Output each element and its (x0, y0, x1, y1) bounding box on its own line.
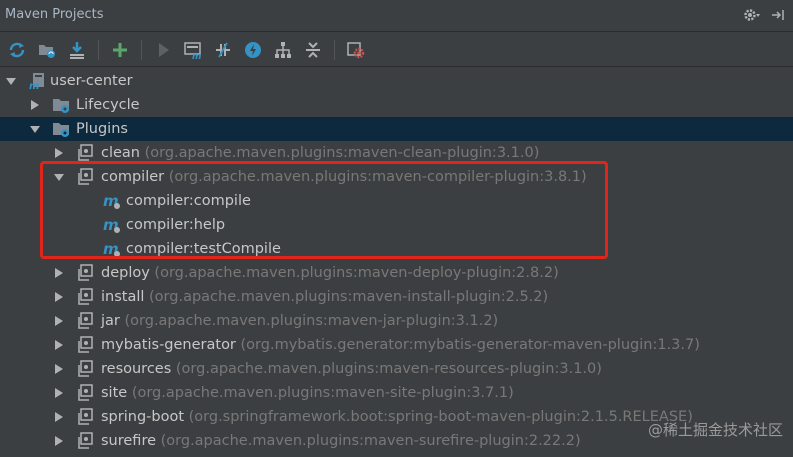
highlight-annotation-box (40, 161, 608, 259)
plugin-coordinates: (org.mybatis.generator:mybatis-generator… (240, 337, 700, 353)
plugin-name: clean (101, 145, 140, 161)
chevron-right-icon[interactable] (53, 387, 65, 399)
chevron-right-icon[interactable] (53, 363, 65, 375)
chevron-right-icon[interactable] (53, 339, 65, 351)
plugin-icon (78, 432, 93, 449)
plugin-item[interactable]: jar (org.apache.maven.plugins:maven-jar-… (0, 309, 793, 333)
panel-header: Maven Projects (0, 0, 793, 32)
plugin-coordinates: (org.apache.maven.plugins:maven-install-… (149, 289, 549, 305)
plugin-item[interactable]: deploy (org.apache.maven.plugins:maven-d… (0, 261, 793, 285)
plugin-name: spring-boot (101, 409, 185, 425)
chevron-right-icon[interactable] (53, 147, 65, 159)
folder-gear-icon (53, 99, 69, 113)
tree-node-plugins[interactable]: Plugins (0, 117, 793, 141)
tree-node-label: Lifecycle (76, 97, 140, 113)
maven-project-tree: m user-center Lifecycle Plugins clean (o… (0, 68, 793, 457)
hide-panel-icon[interactable] (769, 6, 787, 24)
plugin-name: site (101, 385, 128, 401)
plugin-coordinates: (org.apache.maven.plugins:maven-clean-pl… (144, 145, 540, 161)
plugin-name: install (101, 289, 145, 305)
plugin-item[interactable]: site (org.apache.maven.plugins:maven-sit… (0, 381, 793, 405)
chevron-right-icon[interactable] (53, 291, 65, 303)
plugin-coordinates: (org.apache.maven.plugins:maven-surefire… (160, 433, 581, 449)
maven-toolbar: m (0, 33, 793, 67)
svg-text:m: m (192, 52, 201, 60)
generate-sources-icon[interactable] (36, 39, 58, 61)
tree-node-root[interactable]: m user-center (0, 69, 793, 93)
tree-node-label: Plugins (76, 121, 128, 137)
plugin-item[interactable]: resources (org.apache.maven.plugins:mave… (0, 357, 793, 381)
plugin-name: jar (101, 313, 120, 329)
plugin-icon (78, 408, 93, 425)
maven-settings-icon[interactable] (345, 39, 367, 61)
toolbar-separator (141, 39, 142, 60)
panel-title: Maven Projects (5, 7, 104, 22)
folder-gear-icon (53, 123, 69, 137)
skip-tests-icon[interactable] (242, 39, 264, 61)
toggle-offline-icon[interactable] (212, 39, 234, 61)
plugin-coordinates: (org.apache.maven.plugins:maven-resource… (175, 361, 602, 377)
plugin-coordinates: (org.apache.maven.plugins:maven-jar-plug… (124, 313, 499, 329)
tree-node-lifecycle[interactable]: Lifecycle (0, 93, 793, 117)
chevron-down-icon[interactable] (5, 75, 17, 87)
chevron-right-icon[interactable] (29, 99, 41, 111)
svg-text:m: m (29, 81, 39, 90)
maven-project-icon: m (29, 73, 44, 90)
plugin-coordinates: (org.springframework.boot:spring-boot-ma… (188, 409, 693, 425)
chevron-right-icon[interactable] (53, 411, 65, 423)
chevron-right-icon[interactable] (53, 267, 65, 279)
collapse-all-icon[interactable] (302, 39, 324, 61)
plugin-name: surefire (101, 433, 157, 449)
plugin-coordinates: (org.apache.maven.plugins:maven-deploy-p… (154, 265, 559, 281)
plugin-icon (78, 144, 93, 161)
watermark: @稀土掘金技术社区 (647, 421, 783, 439)
tree-node-label: user-center (50, 73, 133, 89)
plugin-name: resources (101, 361, 172, 377)
plugin-item[interactable]: mybatis-generator (org.mybatis.generator… (0, 333, 793, 357)
plugin-icon (78, 312, 93, 329)
reimport-icon[interactable] (6, 39, 28, 61)
plugin-icon (78, 360, 93, 377)
show-dependencies-icon[interactable] (272, 39, 294, 61)
plugin-coordinates: (org.apache.maven.plugins:maven-site-plu… (131, 385, 514, 401)
chevron-down-icon[interactable] (29, 123, 41, 135)
plugin-icon (78, 264, 93, 281)
run-icon[interactable] (152, 39, 174, 61)
gear-icon[interactable] (743, 6, 761, 24)
plugin-name: deploy (101, 265, 150, 281)
plugin-icon (78, 336, 93, 353)
chevron-right-icon[interactable] (53, 315, 65, 327)
toolbar-separator (98, 39, 99, 60)
download-sources-icon[interactable] (66, 39, 88, 61)
plugin-icon (78, 384, 93, 401)
toolbar-separator (334, 39, 335, 60)
plugin-icon (78, 288, 93, 305)
plugin-name: mybatis-generator (101, 337, 236, 353)
execute-goal-icon[interactable]: m (182, 39, 204, 61)
chevron-right-icon[interactable] (53, 435, 65, 447)
plugin-item[interactable]: install (org.apache.maven.plugins:maven-… (0, 285, 793, 309)
add-project-icon[interactable] (109, 39, 131, 61)
